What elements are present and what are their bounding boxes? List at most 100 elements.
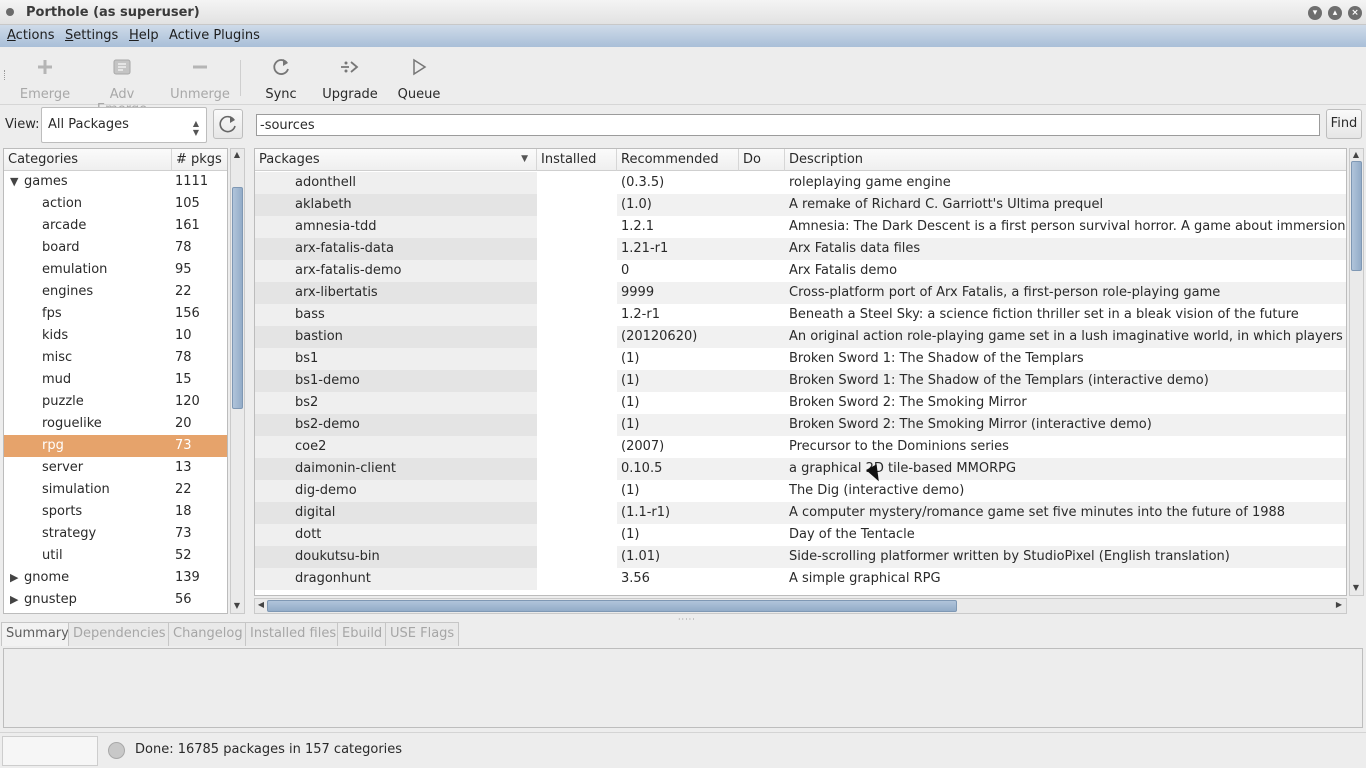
- queue-button[interactable]: Queue: [396, 55, 442, 102]
- package-row[interactable]: amnesia-tdd 1.2.1 Amnesia: The Dark Descen…: [255, 216, 1346, 238]
- category-count: 22: [175, 284, 192, 299]
- categories-header[interactable]: Categories: [4, 149, 172, 171]
- packages-hscrollbar[interactable]: ◀ ▶: [254, 598, 1347, 614]
- category-row[interactable]: puzzle 120: [4, 391, 227, 413]
- category-row[interactable]: emulation 95: [4, 259, 227, 281]
- installed-header[interactable]: Installed: [537, 149, 617, 171]
- category-row[interactable]: fps 156: [4, 303, 227, 325]
- categories-scroll-thumb[interactable]: [232, 187, 243, 409]
- tab-ebuild[interactable]: Ebuild: [337, 622, 388, 646]
- category-row[interactable]: rpg 73: [4, 435, 227, 457]
- pkg-count-header[interactable]: # pkgs: [172, 149, 227, 171]
- packages-table[interactable]: Packages ▼ Installed Recommended Do Desc…: [254, 148, 1347, 596]
- refresh-view-button[interactable]: [213, 109, 243, 139]
- tab-changelog[interactable]: Changelog: [168, 622, 248, 646]
- category-row[interactable]: mud 15: [4, 369, 227, 391]
- recommended-version: (2007): [621, 439, 665, 454]
- category-row[interactable]: simulation 22: [4, 479, 227, 501]
- category-row[interactable]: misc 78: [4, 347, 227, 369]
- scroll-down-icon[interactable]: ▼: [231, 601, 243, 610]
- package-row[interactable]: doukutsu-bin (1.01) Side-scrolling platfor…: [255, 546, 1346, 568]
- category-row[interactable]: strategy 73: [4, 523, 227, 545]
- package-row[interactable]: bastion (20120620) An original action role…: [255, 326, 1346, 348]
- categories-scrollbar[interactable]: ▲ ▼: [230, 148, 245, 614]
- scroll-left-icon[interactable]: ◀: [255, 600, 267, 609]
- category-row[interactable]: ▼ games 1111: [4, 171, 227, 193]
- scroll-right-icon[interactable]: ▶: [1333, 600, 1345, 609]
- installed-cell: [537, 524, 617, 546]
- category-name: simulation: [42, 482, 110, 497]
- maximize-icon[interactable]: ▴: [1328, 6, 1342, 20]
- category-row[interactable]: sports 18: [4, 501, 227, 523]
- emerge-button[interactable]: Emerge: [18, 55, 72, 102]
- categories-tree[interactable]: Categories # pkgs ▼ games 1111 action 105 arc…: [3, 148, 228, 614]
- package-row[interactable]: bs1-demo (1) Broken Sword 1: The Shadow of…: [255, 370, 1346, 392]
- category-count: 73: [175, 526, 192, 541]
- category-row[interactable]: kids 10: [4, 325, 227, 347]
- menu-help[interactable]: Help: [129, 28, 159, 43]
- category-row[interactable]: engines 22: [4, 281, 227, 303]
- package-row[interactable]: arx-libertatis 9999 Cross-platform port of…: [255, 282, 1346, 304]
- do-header[interactable]: Do: [739, 149, 785, 171]
- package-row[interactable]: dott (1) Day of the Tentacle: [255, 524, 1346, 546]
- package-row[interactable]: adonthell (0.3.5) roleplaying game engine: [255, 172, 1346, 194]
- summary-panel: [3, 648, 1363, 728]
- category-row[interactable]: ▶ gnome 139: [4, 567, 227, 589]
- recommended-version: (1.0): [621, 197, 652, 212]
- scroll-down-icon[interactable]: ▼: [1350, 583, 1362, 592]
- minimize-icon[interactable]: ▾: [1308, 6, 1322, 20]
- description-header[interactable]: Description: [785, 149, 1346, 171]
- sync-button[interactable]: Sync: [262, 55, 300, 102]
- package-row[interactable]: coe2 (2007) Precursor to the Dominions ser…: [255, 436, 1346, 458]
- tab-use-flags[interactable]: USE Flags: [385, 622, 460, 646]
- menu-settings[interactable]: Settings: [65, 28, 118, 43]
- category-row[interactable]: util 52: [4, 545, 227, 567]
- expanded-arrow-icon[interactable]: ▼: [10, 171, 18, 193]
- unmerge-button[interactable]: Unmerge: [170, 55, 230, 102]
- category-row[interactable]: board 78: [4, 237, 227, 259]
- recommended-version: (1): [621, 351, 640, 366]
- scroll-up-icon[interactable]: ▲: [231, 150, 243, 159]
- package-row[interactable]: bass 1.2-r1 Beneath a Steel Sky: a science…: [255, 304, 1346, 326]
- package-name: bs2-demo: [295, 417, 360, 432]
- installed-cell: [537, 458, 617, 480]
- category-name: server: [42, 460, 84, 475]
- menu-actions[interactable]: Actions: [7, 28, 55, 43]
- package-row[interactable]: dig-demo (1) The Dig (interactive demo): [255, 480, 1346, 502]
- scroll-up-icon[interactable]: ▲: [1350, 150, 1362, 159]
- category-row[interactable]: server 13: [4, 457, 227, 479]
- packages-scroll-thumb[interactable]: [1351, 161, 1362, 271]
- category-row[interactable]: ▶ gnustep 56: [4, 589, 227, 611]
- package-row[interactable]: aklabeth (1.0) A remake of Richard C. Garr…: [255, 194, 1346, 216]
- view-select[interactable]: All Packages ▲ ▼: [41, 107, 207, 143]
- collapsed-arrow-icon[interactable]: ▶: [10, 567, 18, 589]
- toolbar-grip-icon[interactable]: [4, 70, 7, 80]
- menu-active-plugins[interactable]: Active Plugins: [169, 28, 260, 43]
- package-row[interactable]: daimonin-client 0.10.5 a graphical 2D tile…: [255, 458, 1346, 480]
- close-icon[interactable]: ×: [1348, 6, 1362, 20]
- category-row[interactable]: action 105: [4, 193, 227, 215]
- upgrade-button[interactable]: Upgrade: [320, 55, 380, 102]
- collapsed-arrow-icon[interactable]: ▶: [10, 589, 18, 611]
- app-menu-icon[interactable]: [6, 8, 14, 16]
- packages-hscroll-thumb[interactable]: [267, 600, 957, 612]
- package-row[interactable]: bs1 (1) Broken Sword 1: The Shadow of the …: [255, 348, 1346, 370]
- category-row[interactable]: arcade 161: [4, 215, 227, 237]
- category-row[interactable]: roguelike 20: [4, 413, 227, 435]
- packages-header[interactable]: Packages ▼: [255, 149, 537, 171]
- package-row[interactable]: bs2-demo (1) Broken Sword 2: The Smoking M…: [255, 414, 1346, 436]
- tab-dependencies[interactable]: Dependencies: [68, 622, 171, 646]
- search-input[interactable]: [256, 114, 1320, 136]
- tab-summary[interactable]: Summary: [1, 622, 74, 646]
- package-row[interactable]: bs2 (1) Broken Sword 2: The Smoking Mirror: [255, 392, 1346, 414]
- package-row[interactable]: dragonhunt 3.56 A simple graphical RPG: [255, 568, 1346, 590]
- tab-installed-files[interactable]: Installed files: [245, 622, 342, 646]
- package-row[interactable]: digital (1.1-r1) A computer mystery/romanc…: [255, 502, 1346, 524]
- category-count: 52: [175, 548, 192, 563]
- find-button[interactable]: Find: [1326, 109, 1362, 139]
- recommended-header[interactable]: Recommended: [617, 149, 739, 171]
- recommended-version: 3.56: [621, 571, 650, 586]
- package-row[interactable]: arx-fatalis-data 1.21-r1 Arx Fatalis data …: [255, 238, 1346, 260]
- packages-scrollbar[interactable]: ▲ ▼: [1349, 148, 1364, 596]
- package-row[interactable]: arx-fatalis-demo 0 Arx Fatalis demo: [255, 260, 1346, 282]
